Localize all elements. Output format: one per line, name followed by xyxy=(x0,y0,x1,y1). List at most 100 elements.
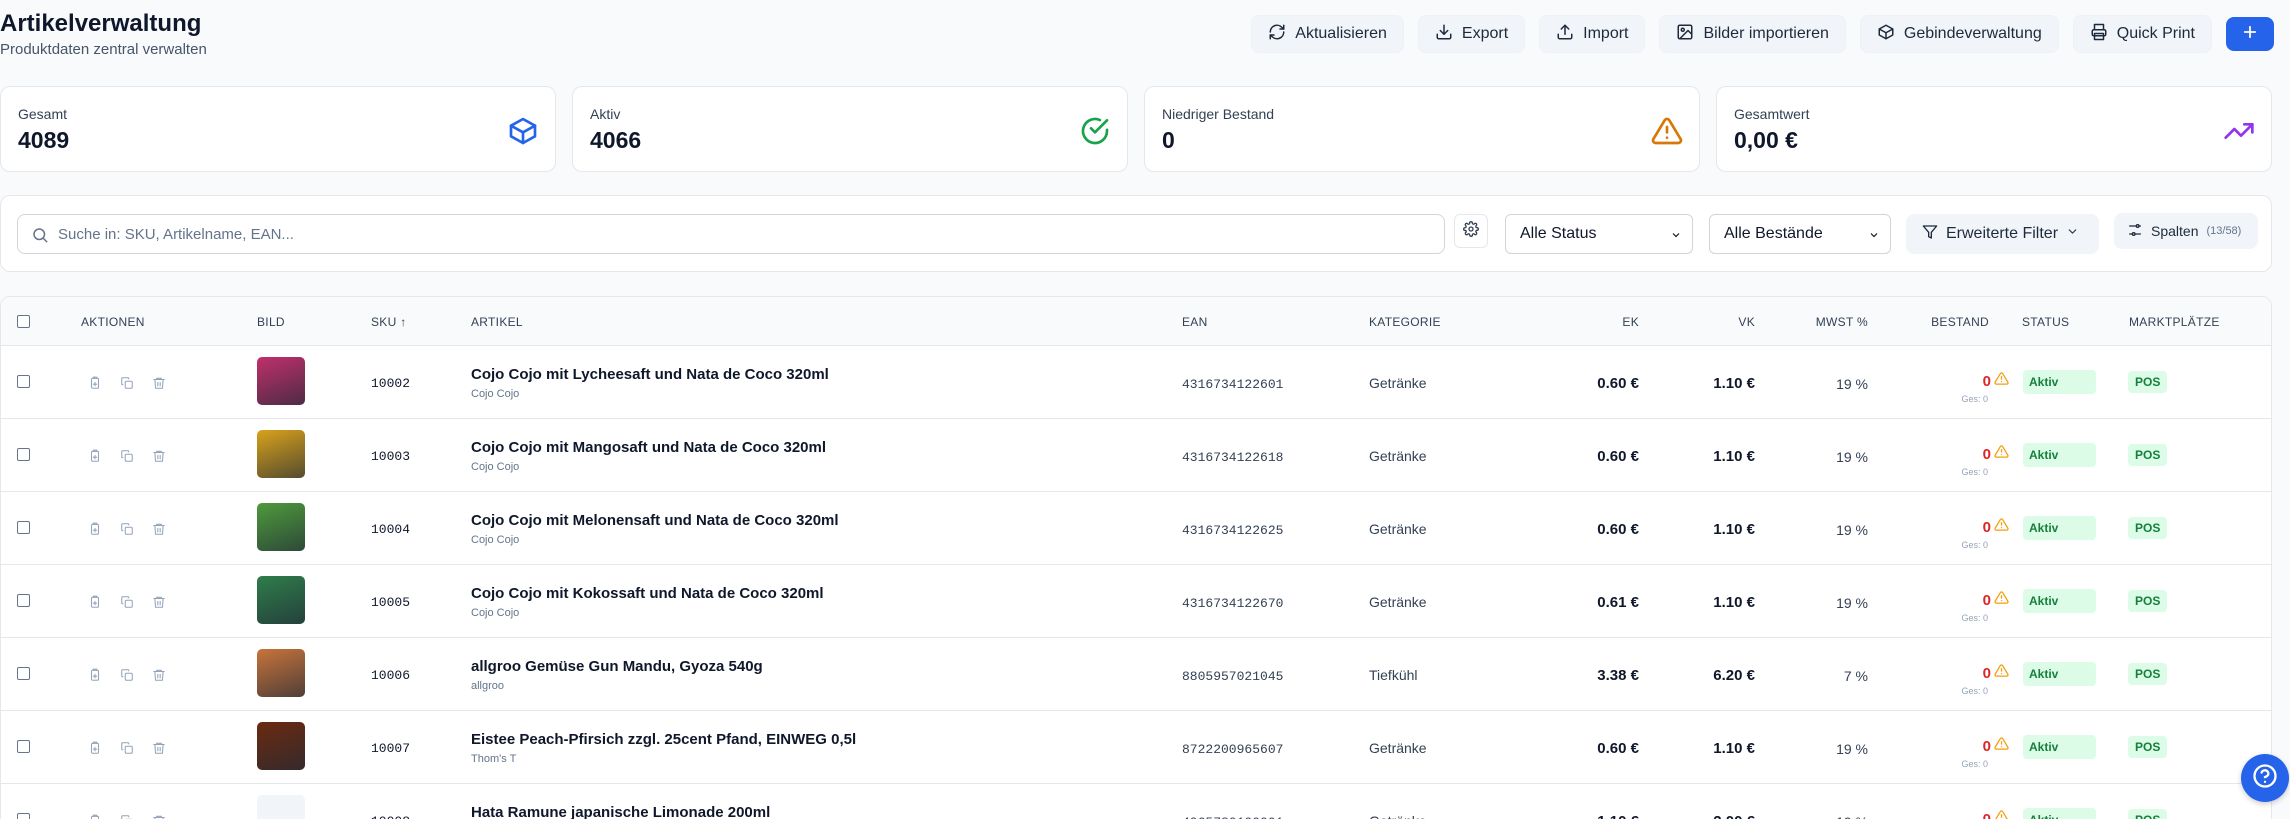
copy-to-clipboard-icon[interactable] xyxy=(88,741,102,755)
row-ean: 4316734122670 xyxy=(1182,596,1284,611)
row-ean: 4316734122625 xyxy=(1182,523,1284,538)
product-image[interactable] xyxy=(257,430,305,478)
trash-icon[interactable] xyxy=(152,668,166,682)
columns-count: (13/58) xyxy=(2206,225,2242,237)
status-select[interactable]: Alle Status xyxy=(1505,214,1693,254)
trash-icon[interactable] xyxy=(152,449,166,463)
duplicate-icon[interactable] xyxy=(120,668,134,682)
gear-icon xyxy=(1463,220,1479,242)
table-row[interactable]: 10003 Cojo Cojo mit Mangosaft und Nata d… xyxy=(1,419,2271,492)
row-vk: 1.10 € xyxy=(1713,521,1755,538)
row-checkbox[interactable] xyxy=(17,667,30,680)
table-row[interactable]: 10006 allgroo Gemüse Gun Mandu, Gyoza 54… xyxy=(1,638,2271,711)
marketplace-badge: POS xyxy=(2128,736,2168,758)
marketplace-badge: POS xyxy=(2128,809,2168,819)
copy-to-clipboard-icon[interactable] xyxy=(88,595,102,609)
row-sku: 10002 xyxy=(371,376,411,391)
warning-icon xyxy=(1651,115,1683,147)
refresh-button[interactable]: Aktualisieren xyxy=(1251,15,1404,53)
header-status[interactable]: STATUS xyxy=(2022,315,2069,329)
row-category: Getränke xyxy=(1369,594,1427,610)
stock-select[interactable]: Alle Bestände xyxy=(1709,214,1891,254)
image-upload-icon xyxy=(1676,23,1694,46)
row-checkbox[interactable] xyxy=(17,813,30,819)
marketplace-badge: POS xyxy=(2128,517,2168,539)
duplicate-icon[interactable] xyxy=(120,595,134,609)
page-title: Artikelverwaltung xyxy=(0,10,202,37)
trash-icon[interactable] xyxy=(152,376,166,390)
trash-icon[interactable] xyxy=(152,595,166,609)
row-checkbox[interactable] xyxy=(17,594,30,607)
header-mwst[interactable]: MWST % xyxy=(1816,315,1868,329)
table-row[interactable]: 10002 Cojo Cojo mit Lycheesaft und Nata … xyxy=(1,346,2271,419)
export-button[interactable]: Export xyxy=(1417,15,1526,53)
copy-to-clipboard-icon[interactable] xyxy=(88,449,102,463)
copy-to-clipboard-icon[interactable] xyxy=(88,376,102,390)
product-image[interactable] xyxy=(257,795,305,819)
status-badge: Aktiv xyxy=(2023,443,2096,467)
duplicate-icon[interactable] xyxy=(120,814,134,819)
row-stock-total: Ges: 0 xyxy=(1961,759,1988,769)
stat-value: 0,00 € xyxy=(1734,127,1798,153)
copy-to-clipboard-icon[interactable] xyxy=(88,668,102,682)
search-input[interactable] xyxy=(58,215,1428,253)
status-badge: Aktiv xyxy=(2023,808,2096,819)
row-article-name[interactable]: Eistee Peach-Pfirsich zzgl. 25cent Pfand… xyxy=(471,731,856,748)
duplicate-icon[interactable] xyxy=(120,376,134,390)
product-image[interactable] xyxy=(257,649,305,697)
stats-row: Gesamt 4089 Aktiv 4066 Niedriger Bestand… xyxy=(0,86,2272,172)
row-article-name[interactable]: allgroo Gemüse Gun Mandu, Gyoza 540g xyxy=(471,658,763,675)
table-row[interactable]: 10005 Cojo Cojo mit Kokossaft und Nata d… xyxy=(1,565,2271,638)
check-circle-icon xyxy=(1079,115,1111,147)
row-category: Getränke xyxy=(1369,813,1427,819)
table-row[interactable]: 10007 Eistee Peach-Pfirsich zzgl. 25cent… xyxy=(1,711,2271,784)
product-image[interactable] xyxy=(257,722,305,770)
header-sku[interactable]: SKU ↑ xyxy=(371,315,407,329)
copy-to-clipboard-icon[interactable] xyxy=(88,814,102,819)
header-ean[interactable]: EAN xyxy=(1182,315,1208,329)
row-checkbox[interactable] xyxy=(17,448,30,461)
product-image[interactable] xyxy=(257,576,305,624)
import-images-button[interactable]: Bilder importieren xyxy=(1659,15,1846,53)
row-article-name[interactable]: Hata Ramune japanische Limonade 200ml xyxy=(471,804,770,819)
search-settings-button[interactable] xyxy=(1454,214,1488,248)
header-vk[interactable]: VK xyxy=(1738,315,1755,329)
table-header: AKTIONEN BILD SKU ↑ ARTIKEL EAN KATEGORI… xyxy=(1,297,2271,346)
chevron-down-icon xyxy=(2066,225,2079,243)
advanced-filter-button[interactable]: Erweiterte Filter xyxy=(1906,214,2099,254)
table-row[interactable]: 10004 Cojo Cojo mit Melonensaft und Nata… xyxy=(1,492,2271,565)
duplicate-icon[interactable] xyxy=(120,449,134,463)
columns-button[interactable]: Spalten (13/58) xyxy=(2114,213,2258,249)
row-vk: 2.00 € xyxy=(1713,813,1755,819)
table-row[interactable]: 10008 Hata Ramune japanische Limonade 20… xyxy=(1,784,2271,819)
quick-print-button[interactable]: Quick Print xyxy=(2072,15,2212,53)
row-checkbox[interactable] xyxy=(17,521,30,534)
header-article[interactable]: ARTIKEL xyxy=(471,315,523,329)
row-checkbox[interactable] xyxy=(17,375,30,388)
select-all-checkbox[interactable] xyxy=(17,315,30,328)
add-article-button[interactable] xyxy=(2226,17,2274,51)
copy-to-clipboard-icon[interactable] xyxy=(88,522,102,536)
trash-icon[interactable] xyxy=(152,814,166,819)
row-article-name[interactable]: Cojo Cojo mit Kokossaft und Nata de Coco… xyxy=(471,585,824,602)
header-category[interactable]: KATEGORIE xyxy=(1369,315,1441,329)
filter-bar: Alle Status Alle Bestände Erweiterte Fil… xyxy=(0,195,2272,272)
header-stock[interactable]: BESTAND xyxy=(1931,315,1989,329)
import-button[interactable]: Import xyxy=(1539,15,1646,53)
trash-icon[interactable] xyxy=(152,741,166,755)
duplicate-icon[interactable] xyxy=(120,522,134,536)
header-ek[interactable]: EK xyxy=(1622,315,1639,329)
product-image[interactable] xyxy=(257,357,305,405)
container-management-button[interactable]: Gebindeverwaltung xyxy=(1859,15,2059,53)
row-stock: 0 xyxy=(1982,665,1991,682)
duplicate-icon[interactable] xyxy=(120,741,134,755)
row-vk: 1.10 € xyxy=(1713,448,1755,465)
trash-icon[interactable] xyxy=(152,522,166,536)
row-checkbox[interactable] xyxy=(17,740,30,753)
row-article-name[interactable]: Cojo Cojo mit Melonensaft und Nata de Co… xyxy=(471,512,839,529)
row-article-name[interactable]: Cojo Cojo mit Mangosaft und Nata de Coco… xyxy=(471,439,826,456)
product-image[interactable] xyxy=(257,503,305,551)
stat-card-low-stock: Niedriger Bestand 0 xyxy=(1144,86,1700,172)
row-article-name[interactable]: Cojo Cojo mit Lycheesaft und Nata de Coc… xyxy=(471,366,829,383)
help-button[interactable] xyxy=(2241,754,2289,802)
